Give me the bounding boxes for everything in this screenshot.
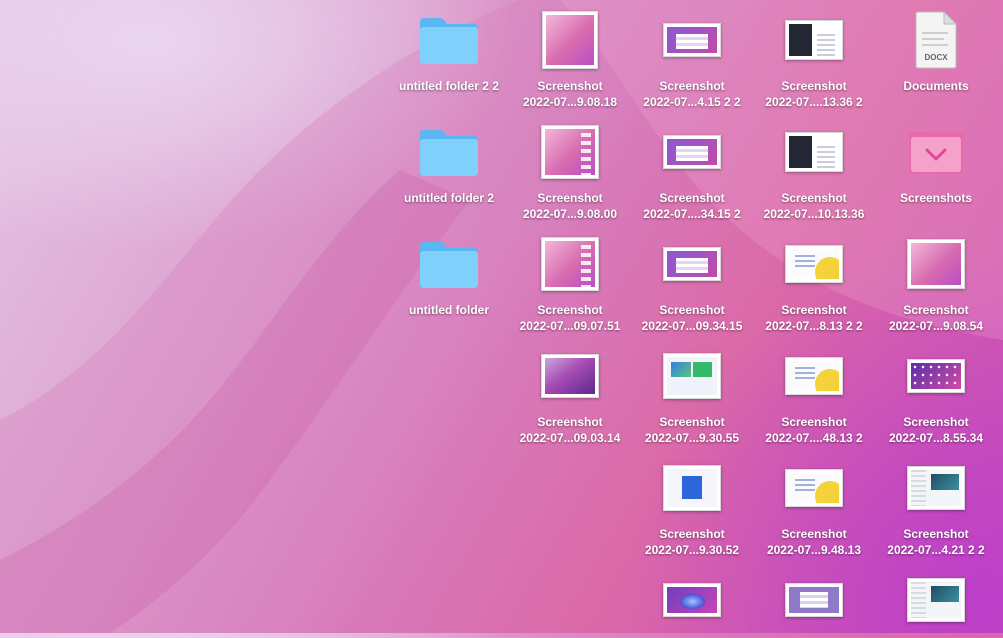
screenshot-thumbnail	[663, 247, 721, 281]
screenshot-thumbnail	[663, 353, 721, 399]
screenshot-thumbnail	[907, 359, 965, 393]
item-label: Screenshot	[537, 303, 603, 317]
screenshot-file[interactable]	[627, 568, 757, 638]
item-label: untitled folder	[409, 303, 489, 317]
screenshot-file[interactable]	[749, 568, 879, 638]
item-label: Screenshot	[903, 415, 969, 429]
item-sublabel: 2022-07....48.13 2	[765, 431, 863, 445]
screenshot-thumbnail	[541, 237, 599, 291]
screenshot-file[interactable]: Screenshot 2022-07....13.36 2	[749, 8, 879, 110]
item-sublabel: 2022-07...8.55.34	[888, 431, 984, 445]
item-sublabel: 2022-07....13.36 2	[765, 95, 863, 109]
item-label: untitled folder 2 2	[398, 79, 499, 93]
screenshot-file[interactable]: Screenshot 2022-07...09.03.14	[505, 344, 635, 446]
item-label: Screenshot	[537, 191, 603, 205]
screenshot-file[interactable]: Screenshot 2022-07...8.55.34	[871, 344, 1001, 446]
screenshot-file[interactable]: Screenshot 2022-07...9.30.52	[627, 456, 757, 558]
screenshot-file[interactable]: Screenshot 2022-07...8.13 2 2	[749, 232, 879, 334]
screenshot-file[interactable]: Screenshot 2022-07...4.15 2 2	[627, 8, 757, 110]
item-label: Screenshot	[781, 527, 847, 541]
item-sublabel: 2022-07...9.48.13	[766, 543, 862, 557]
screenshot-file[interactable]: Screenshot 2022-07...09.07.51	[505, 232, 635, 334]
item-sublabel: 2022-07...4.15 2 2	[643, 95, 741, 109]
screenshot-file[interactable]: Screenshot 2022-07....34.15 2	[627, 120, 757, 222]
item-sublabel: 2022-07...8.13 2 2	[765, 319, 863, 333]
screenshot-thumbnail	[663, 23, 721, 57]
item-sublabel: 2022-07...09.03.14	[519, 431, 621, 445]
folder-icon	[420, 18, 478, 64]
docx-document-icon: DOCX	[915, 10, 958, 69]
item-label: Screenshot	[903, 303, 969, 317]
item-sublabel: 2022-07...9.08.00	[522, 207, 618, 221]
screenshot-file[interactable]	[871, 568, 1001, 638]
screenshot-file[interactable]: Screenshot 2022-07...9.08.54	[871, 232, 1001, 334]
document-docx-file[interactable]: DOCX Documents	[871, 8, 1001, 94]
item-label: Screenshot	[781, 79, 847, 93]
screenshot-file[interactable]: Screenshot 2022-07...9.48.13	[749, 456, 879, 558]
screenshot-thumbnail	[541, 354, 599, 398]
screenshot-file[interactable]: Screenshot 2022-07...4.21 2 2	[871, 456, 1001, 558]
item-label: Screenshot	[903, 527, 969, 541]
item-sublabel: 2022-07....34.15 2	[643, 207, 741, 221]
screenshot-thumbnail	[785, 245, 843, 283]
screenshot-thumbnail	[785, 469, 843, 507]
item-sublabel: 2022-07...9.08.54	[888, 319, 984, 333]
item-label: Screenshot	[781, 303, 847, 317]
folder-icon	[420, 130, 478, 176]
screenshot-thumbnail	[785, 132, 843, 172]
item-sublabel: 2022-07...9.08.18	[522, 95, 618, 109]
screenshot-file[interactable]: Screenshot 2022-07...10.13.36	[749, 120, 879, 222]
screenshot-thumbnail	[663, 135, 721, 169]
screenshot-thumbnail	[907, 578, 965, 622]
item-label: Screenshot	[659, 415, 725, 429]
screenshot-file[interactable]: Screenshot 2022-07...9.08.18	[505, 8, 635, 110]
item-label: Documents	[903, 79, 969, 93]
item-sublabel: 2022-07...09.07.51	[519, 319, 621, 333]
screenshot-thumbnail	[907, 239, 965, 289]
screenshot-thumbnail	[907, 466, 965, 510]
item-label: untitled folder 2	[404, 191, 494, 205]
screenshot-file[interactable]: Screenshot 2022-07...9.30.55	[627, 344, 757, 446]
screenshot-file[interactable]: Screenshot 2022-07...9.08.00	[505, 120, 635, 222]
folder-screenshots[interactable]: Screenshots	[871, 120, 1001, 206]
item-sublabel: 2022-07...9.30.52	[644, 543, 740, 557]
screenshots-folder-icon	[909, 132, 963, 174]
item-label: Screenshots	[899, 191, 973, 205]
folder-untitled-folder[interactable]: untitled folder	[384, 232, 514, 318]
screenshot-thumbnail	[785, 20, 843, 60]
item-sublabel: 2022-07...9.30.55	[644, 431, 740, 445]
screenshot-thumbnail	[785, 583, 843, 617]
item-sublabel: 2022-07...4.21 2 2	[887, 543, 985, 557]
screenshot-thumbnail	[663, 583, 721, 617]
screenshot-thumbnail	[663, 465, 721, 511]
item-sublabel: 2022-07...10.13.36	[763, 207, 865, 221]
item-label: Screenshot	[659, 79, 725, 93]
item-label: Screenshot	[537, 79, 603, 93]
item-label: Screenshot	[659, 191, 725, 205]
screenshot-thumbnail	[542, 11, 598, 69]
item-label: Screenshot	[537, 415, 603, 429]
item-label: Screenshot	[781, 191, 847, 205]
item-sublabel: 2022-07...09.34.15	[641, 319, 743, 333]
screenshot-thumbnail	[785, 357, 843, 395]
screenshot-file[interactable]: Screenshot 2022-07....48.13 2	[749, 344, 879, 446]
folder-untitled-folder-2[interactable]: untitled folder 2	[384, 120, 514, 206]
item-label: Screenshot	[659, 303, 725, 317]
item-label: Screenshot	[659, 527, 725, 541]
folder-icon	[420, 242, 478, 288]
folder-untitled-folder-2-2[interactable]: untitled folder 2 2	[384, 8, 514, 94]
docx-badge: DOCX	[924, 53, 948, 62]
item-label: Screenshot	[781, 415, 847, 429]
screenshot-file[interactable]: Screenshot 2022-07...09.34.15	[627, 232, 757, 334]
screenshot-thumbnail	[541, 125, 599, 179]
